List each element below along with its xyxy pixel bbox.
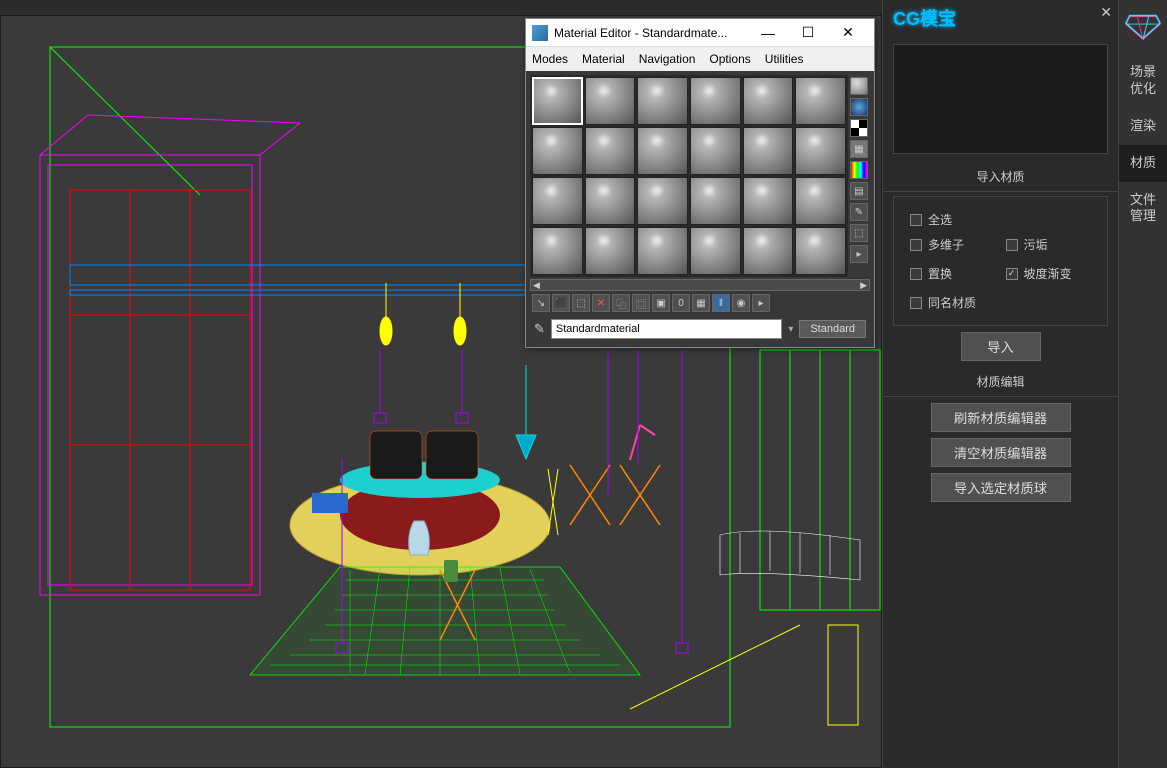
checkbox-gradient-ramp[interactable]	[1006, 268, 1018, 280]
material-editor-window[interactable]: Material Editor - Standardmate... — ☐ ✕ …	[525, 18, 875, 348]
material-slot[interactable]	[637, 77, 688, 125]
edit-section-title: 材质编辑	[883, 367, 1118, 397]
checkbox-multisubobject[interactable]	[910, 239, 922, 251]
material-slot[interactable]	[795, 127, 846, 175]
uv-tiling-icon[interactable]: ▦	[850, 140, 868, 158]
maximize-button[interactable]: ☐	[788, 20, 828, 46]
tab-scene-optimize[interactable]: 场景 优化	[1119, 54, 1167, 108]
make-unique-icon[interactable]: ⿴	[632, 294, 650, 312]
same-name-label: 同名材质	[928, 294, 976, 311]
checkbox-displacement[interactable]	[910, 268, 922, 280]
sample-type-icon[interactable]	[850, 77, 868, 95]
material-slot[interactable]	[585, 177, 636, 225]
material-slot[interactable]	[795, 177, 846, 225]
side-tab-bar: 场景 优化 渲染 材质 文件 管理	[1118, 0, 1167, 768]
show-map-icon[interactable]: ▦	[692, 294, 710, 312]
put-to-library-icon[interactable]: ▣	[652, 294, 670, 312]
video-color-check-icon[interactable]	[850, 161, 868, 179]
window-title: Material Editor - Standardmate...	[554, 26, 748, 40]
assign-to-selection-icon[interactable]: ⬚	[572, 294, 590, 312]
material-sample-grid	[530, 75, 848, 277]
material-editor-titlebar[interactable]: Material Editor - Standardmate... — ☐ ✕	[526, 19, 874, 47]
checkbox-same-name[interactable]	[910, 297, 922, 309]
material-slot[interactable]	[585, 227, 636, 275]
material-id-icon[interactable]: 0	[672, 294, 690, 312]
backlight-icon[interactable]	[850, 98, 868, 116]
material-slot[interactable]	[532, 227, 583, 275]
background-icon[interactable]	[850, 119, 868, 137]
dirt-label: 污垢	[1024, 236, 1048, 253]
displacement-label: 置换	[928, 265, 952, 282]
scroll-right-icon[interactable]: ▶	[860, 280, 867, 291]
menu-options[interactable]: Options	[709, 52, 750, 66]
material-slot[interactable]	[743, 127, 794, 175]
import-section-title: 导入材质	[883, 162, 1118, 192]
make-copy-icon[interactable]: ⿻	[612, 294, 630, 312]
material-slot[interactable]	[532, 177, 583, 225]
material-slot[interactable]	[795, 227, 846, 275]
dropdown-icon[interactable]: ▾	[788, 324, 793, 335]
gradient-ramp-label: 坡度渐变	[1024, 265, 1072, 282]
checkbox-select-all[interactable]	[910, 214, 922, 226]
menu-bar: Modes Material Navigation Options Utilit…	[526, 47, 874, 71]
clear-editor-button[interactable]: 清空材质编辑器	[931, 438, 1071, 467]
menu-material[interactable]: Material	[582, 52, 625, 66]
material-slot[interactable]	[690, 127, 741, 175]
sample-side-toolbar: ▦ ▤ ✎ ⬚ ▸	[848, 75, 870, 277]
panel-close-icon[interactable]: ✕	[1100, 4, 1112, 21]
import-selected-button[interactable]: 导入选定材质球	[931, 473, 1071, 502]
make-preview-icon[interactable]: ▤	[850, 182, 868, 200]
cg-logo: CG模宝	[893, 5, 956, 31]
reset-map-icon[interactable]: ✕	[592, 294, 610, 312]
material-preview-area	[893, 44, 1108, 154]
import-button[interactable]: 导入	[961, 332, 1041, 361]
material-toolbar: ↘ ⬛ ⬚ ✕ ⿻ ⿴ ▣ 0 ▦ ‖ ◉ ▸	[530, 291, 870, 315]
material-slot[interactable]	[532, 77, 583, 125]
material-slot[interactable]	[743, 177, 794, 225]
refresh-editor-button[interactable]: 刷新材质编辑器	[931, 403, 1071, 432]
menu-modes[interactable]: Modes	[532, 52, 568, 66]
select-all-label: 全选	[928, 211, 952, 228]
go-forward-icon[interactable]: ▸	[752, 294, 770, 312]
import-options: 全选 多维子 污垢 置换 坡度渐变 同名材质	[893, 196, 1108, 326]
material-slot[interactable]	[637, 177, 688, 225]
show-end-result-icon[interactable]: ‖	[712, 294, 730, 312]
material-slot[interactable]	[585, 77, 636, 125]
close-button[interactable]: ✕	[828, 20, 868, 46]
cg-plugin-panel: CG模宝 ✕ 导入材质 全选 多维子 污垢 置换 坡度渐变	[882, 0, 1118, 768]
material-slot[interactable]	[637, 127, 688, 175]
material-slot[interactable]	[690, 227, 741, 275]
scroll-left-icon[interactable]: ◀	[533, 280, 540, 291]
material-name-input[interactable]	[551, 319, 782, 339]
tab-file-manage[interactable]: 文件 管理	[1119, 182, 1167, 236]
put-to-scene-icon[interactable]: ⬛	[552, 294, 570, 312]
select-by-material-icon[interactable]: ⬚	[850, 224, 868, 242]
eyedropper-icon[interactable]: ✎	[534, 321, 545, 337]
material-slot[interactable]	[743, 227, 794, 275]
material-type-button[interactable]: Standard	[799, 320, 866, 338]
go-to-parent-icon[interactable]: ◉	[732, 294, 750, 312]
options-icon[interactable]: ✎	[850, 203, 868, 221]
minimize-button[interactable]: —	[748, 20, 788, 46]
tab-render[interactable]: 渲染	[1119, 108, 1167, 145]
material-slot[interactable]	[795, 77, 846, 125]
material-slot[interactable]	[743, 77, 794, 125]
get-material-icon[interactable]: ↘	[532, 294, 550, 312]
diamond-logo-icon[interactable]	[1124, 10, 1162, 40]
material-slot[interactable]	[690, 77, 741, 125]
multisubobject-label: 多维子	[928, 236, 964, 253]
material-slot[interactable]	[585, 127, 636, 175]
sample-scrollbar[interactable]: ◀ ▶	[530, 279, 870, 291]
menu-utilities[interactable]: Utilities	[765, 52, 804, 66]
material-slot[interactable]	[637, 227, 688, 275]
tab-material[interactable]: 材质	[1119, 145, 1167, 182]
app-icon	[532, 25, 548, 41]
menu-navigation[interactable]: Navigation	[639, 52, 696, 66]
material-map-navigator-icon[interactable]: ▸	[850, 245, 868, 263]
checkbox-dirt[interactable]	[1006, 239, 1018, 251]
material-slot[interactable]	[532, 127, 583, 175]
material-slot[interactable]	[690, 177, 741, 225]
